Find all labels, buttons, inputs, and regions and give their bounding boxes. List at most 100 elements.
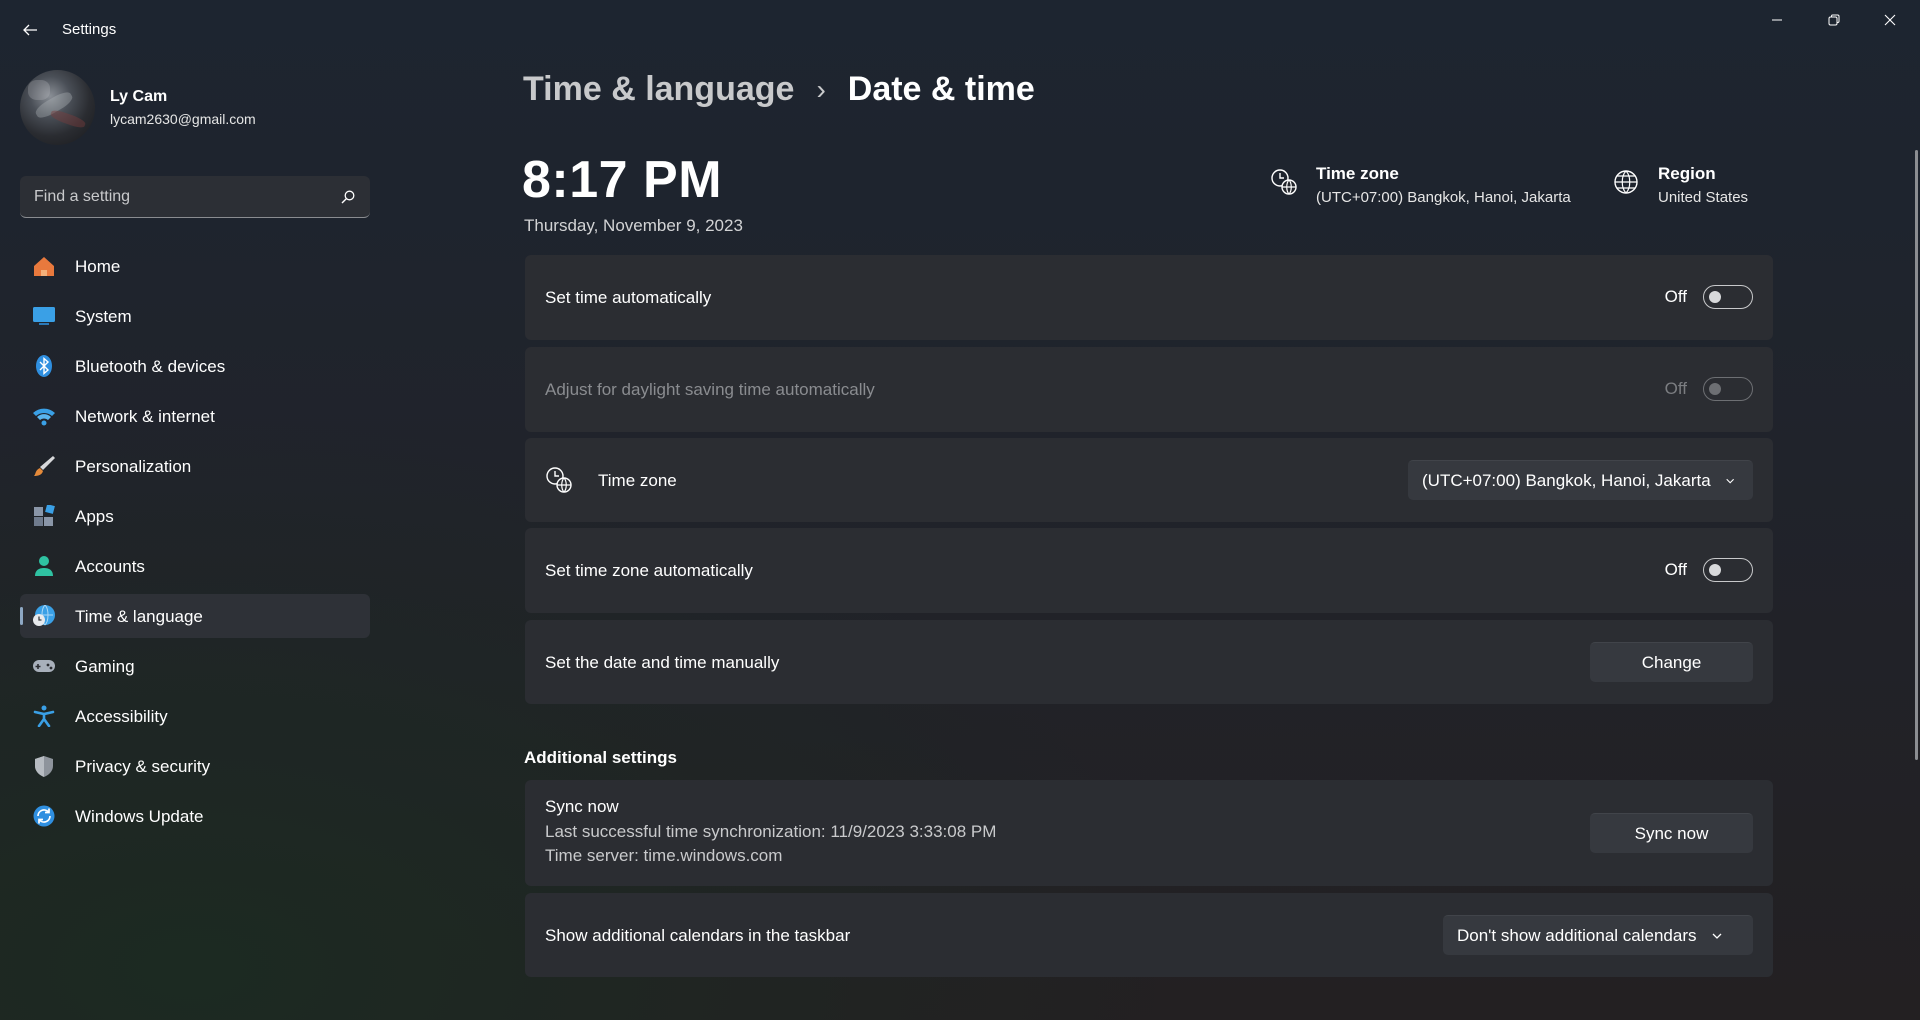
- brush-icon: [32, 455, 56, 477]
- refresh-icon: [32, 805, 56, 827]
- minimize-icon: [1772, 19, 1782, 21]
- daylight-saving-label: Adjust for daylight saving time automati…: [545, 380, 875, 399]
- monitor-icon: [32, 305, 56, 327]
- profile-name: Ly Cam: [110, 88, 168, 105]
- toggle-state-label: Off: [1664, 287, 1687, 306]
- region-info-value: United States: [1658, 189, 1749, 206]
- sidebar-item-label: Bluetooth & devices: [75, 357, 226, 376]
- time-zone-card: Time zone (UTC+07:00) Bangkok, Hanoi, Ja…: [525, 438, 1773, 522]
- sync-now-card: Sync now Last successful time synchroniz…: [525, 780, 1773, 886]
- sidebar-item-label: Network & internet: [75, 407, 215, 426]
- sidebar-item-label: Home: [75, 257, 121, 276]
- person-icon: [32, 555, 56, 577]
- change-button[interactable]: Change: [1590, 642, 1753, 682]
- sidebar-nav: Home System Bluetooth & devices Network …: [20, 244, 370, 844]
- globe-clock-icon: [546, 467, 572, 493]
- time-server-text: Time server: time.windows.com: [545, 846, 783, 865]
- page-title: Date & time: [847, 70, 1035, 108]
- time-zone-dropdown[interactable]: (UTC+07:00) Bangkok, Hanoi, Jakarta: [1408, 460, 1753, 500]
- additional-calendars-dropdown[interactable]: Don't show additional calendars: [1443, 915, 1753, 955]
- set-time-automatically-toggle[interactable]: [1703, 285, 1753, 309]
- sidebar-item-label: Privacy & security: [75, 757, 211, 776]
- gamepad-icon: [32, 655, 56, 677]
- set-time-automatically-label: Set time automatically: [545, 288, 712, 307]
- sidebar-item-label: Apps: [75, 507, 114, 526]
- daylight-saving-card: Adjust for daylight saving time automati…: [525, 347, 1773, 432]
- sync-now-button[interactable]: Sync now: [1590, 813, 1753, 853]
- breadcrumb-separator: ›: [816, 73, 826, 105]
- sidebar-item-label: Personalization: [75, 457, 192, 476]
- shield-icon: [32, 755, 56, 777]
- sidebar-item-label: Accessibility: [75, 707, 168, 726]
- wifi-icon: [32, 405, 56, 427]
- breadcrumb-parent[interactable]: Time & language: [523, 70, 794, 109]
- set-time-automatically-card: Set time automatically Off: [525, 255, 1773, 340]
- breadcrumb: Time & language › Date & time: [523, 70, 1035, 109]
- sidebar-item-system[interactable]: System: [20, 294, 370, 338]
- bluetooth-icon: [32, 355, 56, 377]
- sidebar-item-label: System: [75, 307, 132, 326]
- apps-icon: [32, 505, 56, 527]
- sidebar-item-label: Windows Update: [75, 807, 204, 826]
- sidebar-item-time-language[interactable]: Time & language: [20, 594, 370, 638]
- globe-clock-icon: [1271, 169, 1297, 195]
- time-zone-label: Time zone: [598, 471, 677, 490]
- timezone-info-title: Time zone: [1316, 164, 1399, 183]
- sidebar-item-windows-update[interactable]: Windows Update: [20, 794, 370, 838]
- chevron-down-icon: [1712, 933, 1721, 939]
- additional-calendars-dropdown-value: Don't show additional calendars: [1457, 925, 1697, 945]
- scrollbar[interactable]: [1915, 150, 1918, 760]
- toggle-state-label: Off: [1664, 379, 1687, 398]
- daylight-saving-toggle-group: Off: [1665, 377, 1753, 401]
- accessibility-icon: [32, 705, 56, 727]
- sidebar-item-network[interactable]: Network & internet: [20, 394, 370, 438]
- app-title: Settings: [62, 21, 117, 38]
- current-time: 8:17 PM: [522, 151, 723, 209]
- time-zone-dropdown-value: (UTC+07:00) Bangkok, Hanoi, Jakarta: [1422, 470, 1711, 490]
- sync-now-title: Sync now: [545, 797, 619, 816]
- set-time-zone-automatically-toggle[interactable]: [1703, 558, 1753, 582]
- additional-settings-heading: Additional settings: [524, 748, 677, 767]
- toggle-state-label: Off: [1664, 560, 1687, 579]
- close-icon: [1884, 14, 1896, 26]
- sidebar-item-label: Gaming: [75, 657, 135, 676]
- close-button[interactable]: [1862, 0, 1918, 40]
- minimize-button[interactable]: [1749, 0, 1805, 40]
- chevron-down-icon: [1725, 478, 1734, 484]
- search-input[interactable]: Find a setting: [34, 188, 130, 206]
- restore-icon: [1828, 14, 1840, 26]
- sidebar-item-accessibility[interactable]: Accessibility: [20, 694, 370, 738]
- set-time-zone-automatically-toggle-group: Off: [1665, 558, 1753, 582]
- last-sync-text: Last successful time synchronization: 11…: [545, 822, 997, 841]
- arrow-left-icon: [23, 24, 37, 36]
- profile-email: lycam2630@gmail.com: [110, 111, 256, 127]
- search-icon: [341, 190, 355, 204]
- user-profile[interactable]: Ly Cam lycam2630@gmail.com: [20, 70, 370, 146]
- current-date: Thursday, November 9, 2023: [524, 216, 743, 235]
- region-info-title: Region: [1658, 164, 1716, 183]
- set-time-zone-automatically-card: Set time zone automatically Off: [525, 528, 1773, 613]
- back-button[interactable]: [14, 14, 46, 46]
- timezone-info-value: (UTC+07:00) Bangkok, Hanoi, Jakarta: [1316, 189, 1571, 206]
- sidebar-item-privacy[interactable]: Privacy & security: [20, 744, 370, 788]
- sidebar-item-bluetooth[interactable]: Bluetooth & devices: [20, 344, 370, 388]
- search-box[interactable]: Find a setting: [20, 176, 370, 218]
- sidebar-item-label: Accounts: [75, 557, 145, 576]
- home-icon: [32, 255, 56, 277]
- sidebar-item-personalization[interactable]: Personalization: [20, 444, 370, 488]
- globe-icon: [1614, 170, 1638, 194]
- daylight-saving-toggle: [1703, 377, 1753, 401]
- globe-clock-icon: [32, 605, 56, 627]
- sidebar-item-accounts[interactable]: Accounts: [20, 544, 370, 588]
- set-date-time-manually-label: Set the date and time manually: [545, 653, 780, 672]
- sidebar-item-home[interactable]: Home: [20, 244, 370, 288]
- sidebar-item-gaming[interactable]: Gaming: [20, 644, 370, 688]
- set-time-zone-automatically-label: Set time zone automatically: [545, 561, 753, 580]
- avatar: [20, 70, 95, 145]
- set-date-time-manually-card: Set the date and time manually Change: [525, 620, 1773, 704]
- restore-button[interactable]: [1806, 0, 1862, 40]
- additional-calendars-label: Show additional calendars in the taskbar: [545, 926, 851, 945]
- additional-calendars-card: Show additional calendars in the taskbar…: [525, 893, 1773, 977]
- sidebar-item-apps[interactable]: Apps: [20, 494, 370, 538]
- set-time-automatically-toggle-group: Off: [1665, 285, 1753, 309]
